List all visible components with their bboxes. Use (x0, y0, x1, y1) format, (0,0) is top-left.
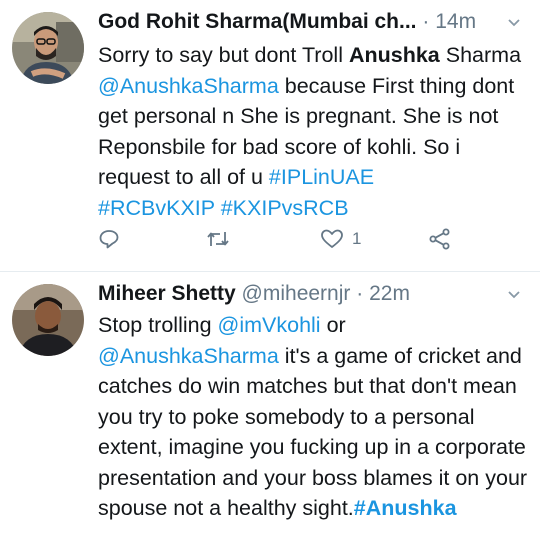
text-segment: or (320, 313, 346, 337)
text-segment: it's a game of cricket and catches do wi… (98, 343, 528, 521)
tweet-text: Stop trolling @imVkohli or @AnushkaSharm… (98, 310, 528, 524)
tweet-2[interactable]: Miheer Shetty @miheernjr · 22m Stop trol… (0, 272, 540, 559)
retweet-button[interactable] (206, 225, 230, 253)
avatar[interactable] (12, 12, 84, 84)
author-name[interactable]: God Rohit Sharma(Mumbai ch... (98, 10, 417, 33)
share-button[interactable] (428, 225, 452, 253)
author-handle[interactable]: @miheernjr (242, 282, 351, 305)
reply-button[interactable] (98, 225, 120, 253)
mention-link[interactable]: @AnushkaSharma (98, 74, 279, 98)
retweet-icon (206, 228, 230, 250)
timestamp[interactable]: 22m (369, 282, 410, 305)
text-segment: Sorry to say but dont Troll (98, 43, 349, 67)
mention-link[interactable]: @AnushkaSharma (98, 344, 279, 368)
timestamp[interactable]: 14m (435, 10, 476, 33)
tweet-header: Miheer Shetty @miheernjr · 22m (98, 280, 526, 308)
like-button[interactable]: 1 (320, 225, 361, 253)
author-name[interactable]: Miheer Shetty (98, 282, 236, 305)
chevron-down-icon[interactable] (506, 10, 522, 36)
tweet-header: God Rohit Sharma(Mumbai ch... · 14m (98, 8, 526, 36)
share-icon (428, 228, 452, 250)
tweet-1[interactable]: God Rohit Sharma(Mumbai ch... · 14m Sorr… (0, 0, 540, 270)
text-segment: Sharma (439, 43, 522, 67)
separator-dot: · (356, 282, 364, 305)
hashtag-link[interactable]: #KXIPvsRCB (221, 196, 349, 220)
mention-link[interactable]: @imVkohli (218, 313, 321, 337)
chevron-down-icon[interactable] (506, 282, 522, 308)
text-segment: Stop trolling (98, 313, 218, 337)
hashtag-link[interactable]: #Anushka (354, 496, 457, 520)
reply-icon (98, 228, 120, 250)
tweet-text: Sorry to say but dont Troll Anushka Shar… (98, 40, 528, 223)
separator-dot: · (422, 10, 430, 33)
bold-text: Anushka (348, 43, 440, 67)
avatar[interactable] (12, 284, 84, 356)
hashtag-link[interactable]: #RCBvKXIP (98, 196, 215, 220)
heart-icon (320, 228, 344, 250)
tweet-actions: 1 (98, 225, 478, 253)
hashtag-link[interactable]: #IPLinUAE (269, 165, 374, 189)
like-count: 1 (352, 229, 362, 248)
